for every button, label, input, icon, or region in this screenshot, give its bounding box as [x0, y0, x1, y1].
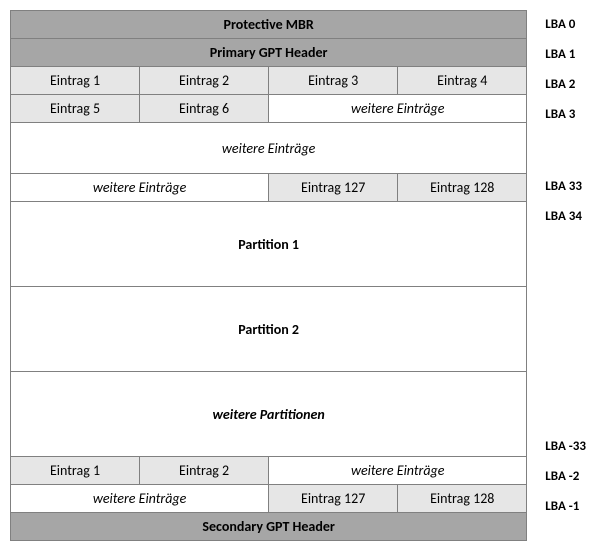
more-partitions: weitere Partitionen [11, 372, 527, 457]
row-secondary-header: Secondary GPT Header [11, 513, 527, 541]
lba-2: LBA 2 [545, 70, 600, 100]
row-backup-entries-start: Eintrag 1 Eintrag 2 weitere Einträge [11, 457, 527, 485]
row-entries-1-4: Eintrag 1 Eintrag 2 Eintrag 3 Eintrag 4 [11, 67, 527, 95]
backup-entry-1: Eintrag 1 [11, 457, 140, 485]
primary-gpt-header: Primary GPT Header [11, 39, 527, 67]
row-primary-header: Primary GPT Header [11, 39, 527, 67]
gpt-layout-table: Protective MBR Primary GPT Header Eintra… [10, 10, 527, 541]
lba-34: LBA 34 [545, 202, 600, 232]
backup-more-entries-a: weitere Einträge [269, 457, 527, 485]
row-partition-1: Partition 1 [11, 202, 527, 287]
entry-6: Eintrag 6 [140, 95, 269, 123]
row-entries-5-more: Eintrag 5 Eintrag 6 weitere Einträge [11, 95, 527, 123]
row-more-entries-mid: weitere Einträge [11, 123, 527, 174]
entry-2: Eintrag 2 [140, 67, 269, 95]
partition-1: Partition 1 [11, 202, 527, 287]
lba-labels: LBA 0 LBA 1 LBA 2 LBA 3 LBA 33 LBA 34 LB… [545, 10, 600, 541]
more-entries-a: weitere Einträge [269, 95, 527, 123]
entry-5: Eintrag 5 [11, 95, 140, 123]
lba-minus-33: LBA -33 [545, 432, 600, 462]
protective-mbr: Protective MBR [11, 11, 527, 39]
backup-entry-127: Eintrag 127 [269, 485, 398, 513]
more-entries-b: weitere Einträge [11, 123, 527, 174]
entry-127: Eintrag 127 [269, 174, 398, 202]
more-entries-c: weitere Einträge [11, 174, 269, 202]
lba-minus-2: LBA -2 [545, 462, 600, 492]
entry-128: Eintrag 128 [398, 174, 527, 202]
entry-1: Eintrag 1 [11, 67, 140, 95]
lba-1: LBA 1 [545, 40, 600, 70]
row-more-partitions: weitere Partitionen [11, 372, 527, 457]
lba-minus-1: LBA -1 [545, 492, 600, 522]
backup-entry-2: Eintrag 2 [140, 457, 269, 485]
lba-3: LBA 3 [545, 100, 600, 130]
entry-3: Eintrag 3 [269, 67, 398, 95]
secondary-gpt-header: Secondary GPT Header [11, 513, 527, 541]
backup-entry-128: Eintrag 128 [398, 485, 527, 513]
lba-0: LBA 0 [545, 10, 600, 40]
partition-2: Partition 2 [11, 287, 527, 372]
row-entries-end: weitere Einträge Eintrag 127 Eintrag 128 [11, 174, 527, 202]
entry-4: Eintrag 4 [398, 67, 527, 95]
row-mbr: Protective MBR [11, 11, 527, 39]
lba-33: LBA 33 [545, 172, 600, 202]
row-backup-entries-end: weitere Einträge Eintrag 127 Eintrag 128 [11, 485, 527, 513]
row-partition-2: Partition 2 [11, 287, 527, 372]
backup-more-entries-b: weitere Einträge [11, 485, 269, 513]
